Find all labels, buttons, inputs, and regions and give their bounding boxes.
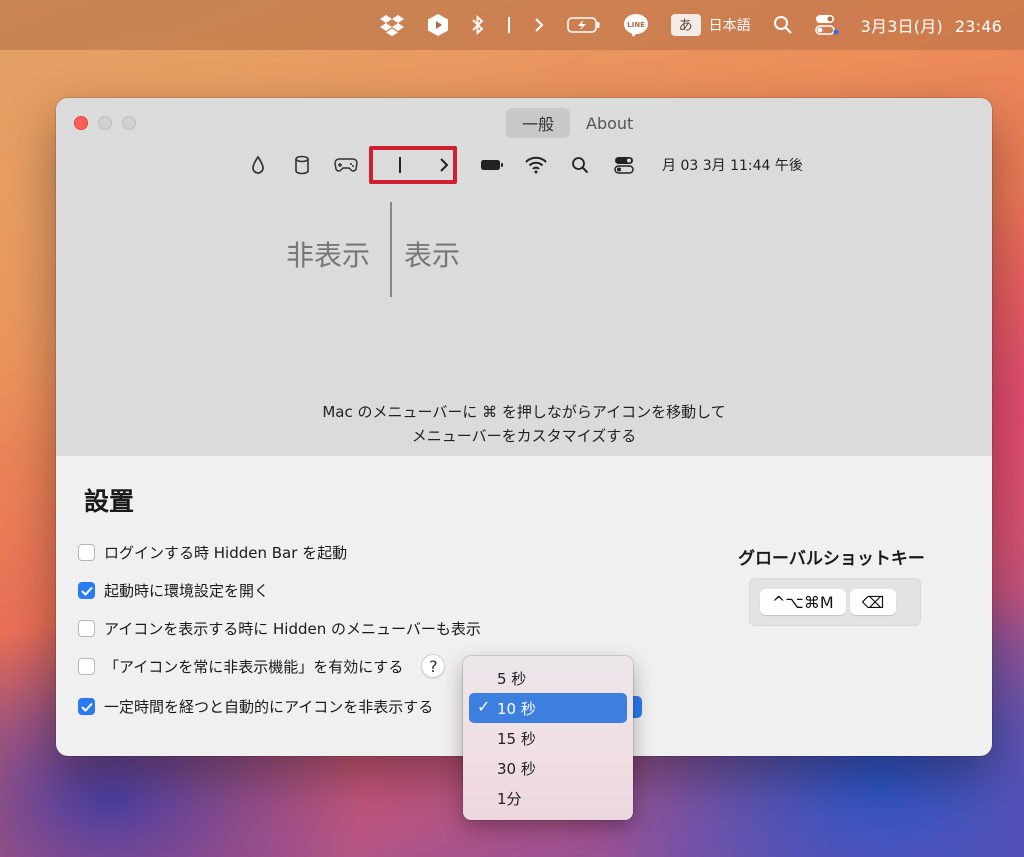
divider-arrow <box>390 202 392 297</box>
shortcut-keys[interactable]: ^⌥⌘M <box>760 589 846 615</box>
delete-shortcut-button[interactable]: ⌫ <box>849 589 897 615</box>
instruction-line-1: Mac のメニューバーに ⌘ を押しながらアイコンを移動して <box>322 403 726 421</box>
control-center-icon <box>612 150 636 180</box>
highlight-frame <box>369 146 457 184</box>
control-center-icon[interactable] <box>814 0 839 50</box>
option-label: 「アイコンを常に非表示機能」を有効にする <box>104 657 404 676</box>
checkmark-icon <box>80 702 93 712</box>
checkmark-icon <box>80 586 93 596</box>
hidden-label: 非表示 <box>286 239 371 272</box>
search-icon[interactable] <box>773 0 793 50</box>
dropdown-option-5s[interactable]: 5 秒 <box>469 663 627 693</box>
battery-icon <box>480 150 504 180</box>
instruction-line-2: メニューバーをカスタマイズする <box>411 427 637 445</box>
dropdown-option-15s[interactable]: 15 秒 <box>469 723 627 753</box>
option-label: アイコンを表示する時に Hidden のメニューバーも表示 <box>104 620 481 638</box>
ime-label: 日本語 <box>708 18 751 34</box>
menu-bar-preview: 月 03 3月 11:44 午後 <box>246 150 803 180</box>
close-button[interactable] <box>74 116 88 130</box>
shown-label: 表示 <box>404 239 461 272</box>
dropbox-icon[interactable] <box>379 0 405 50</box>
bluetooth-icon[interactable] <box>471 0 485 50</box>
delay-dropdown-menu: 5 秒 ✓ 10 秒 15 秒 30 秒 1分 <box>463 656 633 820</box>
search-icon <box>568 150 592 180</box>
help-button[interactable]: ? <box>421 654 446 678</box>
auto-hide-checkbox[interactable] <box>78 698 95 715</box>
option-auto-hide[interactable]: 一定時間を経つと自動的にアイコンを非表示する <box>78 696 433 717</box>
separator-icon[interactable] <box>507 0 511 50</box>
gamepad-icon <box>334 150 358 180</box>
option-always-hidden[interactable]: 「アイコンを常に非表示機能」を有効にする ? <box>78 654 446 678</box>
tab-bar: 一般 About <box>506 108 649 138</box>
preview-datetime: 月 03 3月 11:44 午後 <box>662 158 803 174</box>
preview-area: 一般 About 月 03 3月 11:44 午後 非表示 表示 Mac のメニ… <box>56 98 992 456</box>
wifi-icon <box>524 150 548 180</box>
launch-at-login-checkbox[interactable] <box>78 544 95 561</box>
menu-bar: LINE あ 日本語 3月3日(月) 23:46 <box>0 0 1024 50</box>
play-icon[interactable] <box>427 0 449 50</box>
tab-general[interactable]: 一般 <box>506 108 571 138</box>
dropdown-option-1m[interactable]: 1分 <box>469 783 627 813</box>
dropdown-option-10s[interactable]: ✓ 10 秒 <box>469 693 627 723</box>
option-label: 起動時に環境設定を開く <box>104 582 270 600</box>
ime-indicator: あ <box>670 14 701 36</box>
window-controls <box>74 116 146 130</box>
instruction-text: Mac のメニューバーに ⌘ を押しながらアイコンを移動して メニューバーをカス… <box>56 400 992 448</box>
option-label: 一定時間を経つと自動的にアイコンを非表示する <box>104 698 434 716</box>
open-prefs-checkbox[interactable] <box>78 582 95 599</box>
always-hidden-checkbox[interactable] <box>78 657 95 675</box>
show-hidden-menubar-checkbox[interactable] <box>78 620 95 637</box>
option-open-prefs-on-start[interactable]: 起動時に環境設定を開く <box>78 580 269 601</box>
check-icon: ✓ <box>477 697 491 716</box>
option-show-hidden-menubar[interactable]: アイコンを表示する時に Hidden のメニューバーも表示 <box>78 618 481 639</box>
line-icon[interactable]: LINE <box>623 0 649 50</box>
svg-text:LINE: LINE <box>627 21 645 29</box>
dropdown-option-30s[interactable]: 30 秒 <box>469 753 627 783</box>
clock-time: 23:46 <box>954 17 1002 36</box>
clock-date: 3月3日(月) <box>860 17 943 36</box>
option-label: ログインする時 Hidden Bar を起動 <box>104 544 348 562</box>
shortcut-title: グローバルショットキー <box>738 549 925 569</box>
shortcut-recorder[interactable]: ^⌥⌘M ⌫ <box>749 578 921 626</box>
input-method-menu[interactable]: あ 日本語 <box>670 14 751 36</box>
menu-bar-clock[interactable]: 3月3日(月) 23:46 <box>861 13 1002 37</box>
battery-icon <box>566 0 601 50</box>
settings-title: 設置 <box>84 487 135 516</box>
minimize-button[interactable] <box>98 116 112 130</box>
zoom-button[interactable] <box>122 116 136 130</box>
chevron-right-icon[interactable] <box>533 0 545 50</box>
option-launch-at-login[interactable]: ログインする時 Hidden Bar を起動 <box>78 542 347 563</box>
tab-about[interactable]: About <box>570 108 649 138</box>
drop-icon <box>246 150 270 180</box>
cylinder-icon <box>290 150 314 180</box>
